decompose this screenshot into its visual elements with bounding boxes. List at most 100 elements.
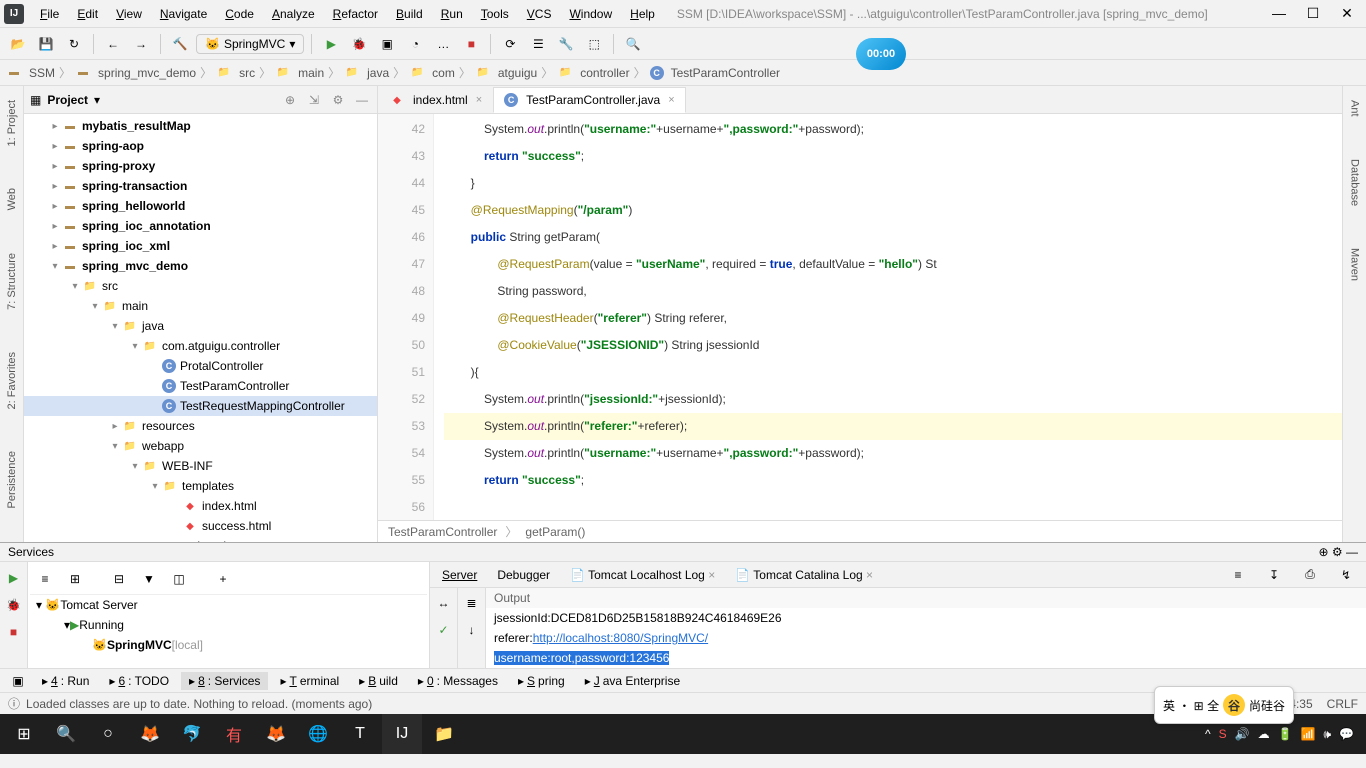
explorer-icon[interactable]: 📁 xyxy=(424,714,464,754)
tree-item[interactable]: ▸📁resources xyxy=(24,416,377,436)
menu-refactor[interactable]: Refactor xyxy=(325,3,386,25)
tree-item[interactable]: ▾📁webapp xyxy=(24,436,377,456)
bottom-tab[interactable]: ▸ Java Enterprise xyxy=(577,672,688,690)
breadcrumb-item[interactable]: ▬SSM xyxy=(6,65,55,81)
open-icon[interactable]: 📂 xyxy=(6,32,30,56)
services-tree[interactable]: ≡ ⊞ ⊟ ▼ ◫ + ▾ 🐱 Tomcat Server▾ ▶ Running… xyxy=(28,562,430,668)
close-button[interactable]: ✕ xyxy=(1332,5,1362,22)
tree-item[interactable]: ▸▬spring_ioc_xml xyxy=(24,236,377,256)
console-output[interactable]: jsessionId:DCED81D6D25B15818B924C4618469… xyxy=(486,608,1366,668)
tree-item[interactable]: ▾📁templates xyxy=(24,476,377,496)
editor-crumb-item[interactable]: getParam() xyxy=(525,525,585,539)
breadcrumb-item[interactable]: 📁atguigu xyxy=(475,65,537,81)
side-tab[interactable]: Web xyxy=(4,182,20,216)
debug-icon[interactable]: 🐞 xyxy=(2,593,26,617)
layout-icon[interactable]: ◫ xyxy=(167,567,191,591)
tree-item[interactable]: ◆success.html xyxy=(24,516,377,536)
tree-item[interactable]: ▸▬mybatis_resultMap xyxy=(24,116,377,136)
bottom-tab[interactable]: ▸ 6: TODO xyxy=(101,672,177,690)
menu-file[interactable]: File xyxy=(32,3,67,25)
menu-analyze[interactable]: Analyze xyxy=(264,3,323,25)
close-icon[interactable]: × xyxy=(668,94,674,106)
bottom-tab[interactable]: ▸ Spring xyxy=(510,672,573,690)
editor-body[interactable]: 424344454647484950515253545556 System.ou… xyxy=(378,114,1342,520)
tree-item[interactable]: ▾📁java xyxy=(24,316,377,336)
services-tab[interactable]: 📄 Tomcat Catalina Log × xyxy=(731,566,877,584)
tray-icon[interactable]: 🕪 xyxy=(1323,727,1331,742)
tree-item[interactable]: ▾📁com.atguigu.controller xyxy=(24,336,377,356)
debug-icon[interactable]: 🐞 xyxy=(347,32,371,56)
tree-item[interactable]: ▾▬spring_mvc_demo xyxy=(24,256,377,276)
tree-item[interactable]: ▾📁main xyxy=(24,296,377,316)
breadcrumb-item[interactable]: 📁java xyxy=(344,65,389,81)
check-icon[interactable]: ✓ xyxy=(432,618,456,642)
group-icon[interactable]: ⊟ xyxy=(107,567,131,591)
editor-tab[interactable]: CTestParamController.java× xyxy=(493,87,686,113)
hide-icon[interactable]: — xyxy=(1346,545,1358,559)
tree-item[interactable]: ▸▬spring-proxy xyxy=(24,156,377,176)
down-icon[interactable]: ↓ xyxy=(460,618,484,642)
tree-item[interactable]: ▾📁src xyxy=(24,276,377,296)
close-icon[interactable]: × xyxy=(866,568,873,582)
rerun-icon[interactable]: ↔ xyxy=(432,591,456,615)
side-tab[interactable]: Database xyxy=(1347,153,1363,212)
search-icon[interactable]: 🔍 xyxy=(46,714,86,754)
code-area[interactable]: System.out.println("username:"+username+… xyxy=(434,114,1342,520)
tray-icon[interactable]: ^ xyxy=(1205,727,1211,741)
attach-icon[interactable]: … xyxy=(431,32,455,56)
side-tab[interactable]: Persistence xyxy=(4,445,20,514)
tray-icon[interactable]: 🔋 xyxy=(1278,727,1293,741)
bottom-tab[interactable]: ▸ Build xyxy=(351,672,406,690)
tree-item[interactable]: ◇web.xml xyxy=(24,536,377,542)
bottom-tab[interactable]: ▸ 0: Messages xyxy=(410,672,506,690)
collapse-icon[interactable]: ≡ xyxy=(33,567,57,591)
app-icon[interactable]: 🦊 xyxy=(130,714,170,754)
target-icon[interactable]: ⊕ xyxy=(281,91,299,109)
sync-icon[interactable]: ↻ xyxy=(62,32,86,56)
print-icon[interactable]: ⎙ xyxy=(1298,563,1322,587)
gear-icon[interactable]: ⚙ xyxy=(329,91,347,109)
tree-item[interactable]: ◆index.html xyxy=(24,496,377,516)
tree-item[interactable]: CTestRequestMappingController xyxy=(24,396,377,416)
chevron-down-icon[interactable]: ▾ xyxy=(94,93,100,107)
tray-icon[interactable]: 💬 xyxy=(1339,727,1354,741)
profile-icon[interactable]: ◔ xyxy=(403,32,427,56)
tray-icon[interactable]: ☁ xyxy=(1258,727,1270,741)
cortana-icon[interactable]: ○ xyxy=(88,714,128,754)
side-tab[interactable]: 1: Project xyxy=(4,94,20,152)
menu-code[interactable]: Code xyxy=(217,3,262,25)
stop-icon[interactable]: ■ xyxy=(459,32,483,56)
update-icon[interactable]: ⟳ xyxy=(498,32,522,56)
services-tab[interactable]: Debugger xyxy=(493,566,554,584)
tray-icon[interactable]: S xyxy=(1219,727,1227,741)
search-icon[interactable]: 🔍 xyxy=(621,32,645,56)
app-icon[interactable]: T xyxy=(340,714,380,754)
menu-vcs[interactable]: VCS xyxy=(519,3,560,25)
app-icon[interactable]: 🐬 xyxy=(172,714,212,754)
expand-icon[interactable]: ⇲ xyxy=(305,91,323,109)
tray-icon[interactable]: 📶 xyxy=(1301,727,1316,741)
stop-icon[interactable]: ■ xyxy=(2,620,26,644)
sdk-icon[interactable]: ⬚ xyxy=(582,32,606,56)
step-icon[interactable]: ≣ xyxy=(460,591,484,615)
editor-tab[interactable]: ◆index.html× xyxy=(378,87,493,113)
wrap-icon[interactable]: ≡ xyxy=(1226,563,1250,587)
bottom-tab[interactable]: ▸ 4: Run xyxy=(34,672,97,690)
save-icon[interactable]: 💾 xyxy=(34,32,58,56)
breadcrumb-item[interactable]: 📁src xyxy=(216,65,255,81)
back-icon[interactable]: ← xyxy=(101,32,125,56)
services-tab[interactable]: Server xyxy=(438,566,481,584)
close-icon[interactable]: × xyxy=(708,568,715,582)
tree-item[interactable]: CTestParamController xyxy=(24,376,377,396)
tree-item[interactable]: CProtalController xyxy=(24,356,377,376)
chrome-icon[interactable]: 🌐 xyxy=(298,714,338,754)
menu-build[interactable]: Build xyxy=(388,3,431,25)
breadcrumb-item[interactable]: 📁com xyxy=(409,65,455,81)
services-tree-item[interactable]: ▾ 🐱 Tomcat Server xyxy=(30,595,427,615)
close-icon[interactable]: × xyxy=(476,94,482,106)
run-config-selector[interactable]: 🐱 SpringMVC ▾ xyxy=(196,34,304,54)
editor-crumb-item[interactable]: TestParamController xyxy=(388,525,497,539)
breadcrumb-item[interactable]: CTestParamController xyxy=(650,66,780,80)
side-tab[interactable]: Maven xyxy=(1347,242,1363,287)
show-icon[interactable]: ▣ xyxy=(6,669,30,693)
